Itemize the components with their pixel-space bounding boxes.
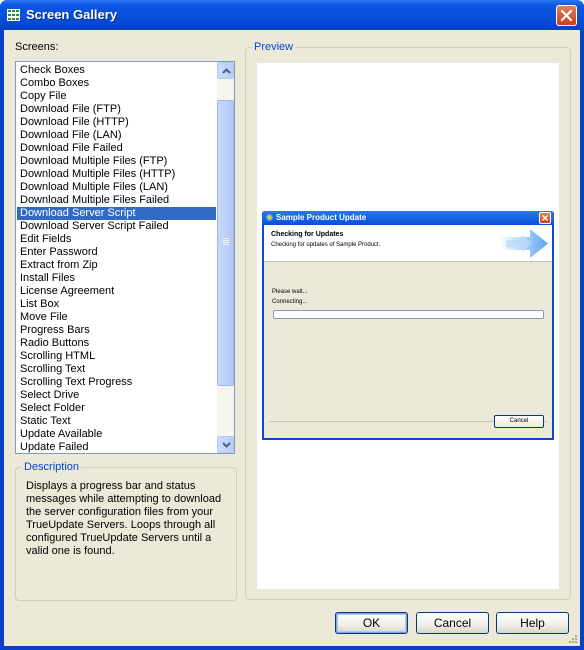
list-item[interactable]: Extract from Zip	[17, 259, 216, 272]
chevron-up-icon	[222, 68, 231, 74]
list-item[interactable]: Download Multiple Files (LAN)	[17, 181, 216, 194]
help-button[interactable]: Help	[496, 612, 569, 634]
list-item[interactable]: Scrolling HTML	[17, 350, 216, 363]
list-item[interactable]: Download File (HTTP)	[17, 116, 216, 129]
list-item[interactable]: Download Multiple Files (HTTP)	[17, 168, 216, 181]
window-title: Screen Gallery	[26, 7, 118, 22]
list-item[interactable]: Move File	[17, 311, 216, 324]
list-item[interactable]: Radio Buttons	[17, 337, 216, 350]
list-item[interactable]: Scrolling Text	[17, 363, 216, 376]
list-item[interactable]: Download File (FTP)	[17, 103, 216, 116]
preview-dialog-body: Checking for Updates Checking for update…	[264, 225, 552, 438]
list-item[interactable]: Scrolling Text Progress	[17, 376, 216, 389]
list-item[interactable]: Select Folder	[17, 402, 216, 415]
list-item[interactable]: Download Multiple Files Failed	[17, 194, 216, 207]
description-group: Description Displays a progress bar and …	[15, 461, 237, 601]
description-text: Displays a progress bar and status messa…	[26, 480, 222, 557]
update-globe-icon	[266, 214, 273, 221]
preview-wait-text: Please wait...	[272, 289, 308, 295]
preview-dialog-title-bar: Sample Product Update	[262, 211, 554, 225]
close-icon	[542, 215, 548, 221]
screen-gallery-window: Screen Gallery Screens: Check Boxes Combo…	[0, 0, 584, 650]
screens-label: Screens:	[15, 41, 59, 53]
list-item[interactable]: List Box	[17, 298, 216, 311]
preview-area: Sample Product Update Checking for Updat…	[257, 63, 559, 589]
preview-dialog-title: Sample Product Update	[276, 213, 367, 222]
cancel-button[interactable]: Cancel	[416, 612, 489, 634]
preview-close-icon	[539, 212, 551, 224]
arrow-graphic-icon	[500, 229, 548, 258]
list-item[interactable]: Combo Boxes	[17, 77, 216, 90]
list-item[interactable]: Check Boxes	[17, 64, 216, 77]
screens-listbox[interactable]: Check Boxes Combo Boxes Copy File Download …	[15, 61, 235, 454]
list-item[interactable]: Static Text	[17, 415, 216, 428]
preview-header-subtitle: Checking for updates of Sample Product.	[271, 242, 381, 248]
list-item[interactable]: Download Multiple Files (FTP)	[17, 155, 216, 168]
scroll-up-button[interactable]	[217, 62, 234, 79]
list-item[interactable]: Update Failed	[17, 441, 216, 453]
list-item[interactable]: Install Files	[17, 272, 216, 285]
list-item[interactable]: Download File (LAN)	[17, 129, 216, 142]
list-item[interactable]: Download Server Script	[17, 207, 216, 220]
preview-dialog-header: Checking for Updates Checking for update…	[264, 225, 552, 262]
list-item[interactable]: Select Drive	[17, 389, 216, 402]
title-bar[interactable]: Screen Gallery	[0, 0, 584, 30]
preview-dialog: Sample Product Update Checking for Updat…	[262, 211, 554, 440]
list-item[interactable]: License Agreement	[17, 285, 216, 298]
preview-status-text: Connecting...	[272, 299, 308, 305]
preview-header-title: Checking for Updates	[271, 231, 344, 238]
close-icon	[560, 9, 573, 22]
dialog-client-area: Screens: Check Boxes Combo Boxes Copy File…	[4, 30, 580, 646]
list-item[interactable]: Edit Fields	[17, 233, 216, 246]
close-button[interactable]	[556, 5, 577, 26]
chevron-down-icon	[222, 442, 231, 448]
vertical-scrollbar[interactable]	[217, 62, 234, 453]
preview-group: Preview Sample Product Update Checking f…	[245, 41, 571, 600]
grip-icon	[223, 238, 229, 245]
scroll-down-button[interactable]	[217, 436, 234, 453]
list-item[interactable]: Copy File	[17, 90, 216, 103]
scroll-thumb[interactable]	[217, 100, 234, 386]
gallery-grid-icon	[7, 9, 20, 21]
list-item[interactable]: Enter Password	[17, 246, 216, 259]
ok-button[interactable]: OK	[335, 612, 408, 634]
description-label: Description	[22, 461, 82, 473]
list-item[interactable]: Download Server Script Failed	[17, 220, 216, 233]
list-item[interactable]: Update Available	[17, 428, 216, 441]
preview-label: Preview	[252, 41, 296, 53]
resize-grip-icon[interactable]	[567, 633, 578, 644]
preview-progress-bar	[273, 310, 544, 319]
list-item[interactable]: Progress Bars	[17, 324, 216, 337]
list-item[interactable]: Download File Failed	[17, 142, 216, 155]
preview-cancel-button: Cancel	[494, 415, 544, 428]
screens-list: Check Boxes Combo Boxes Copy File Download …	[17, 64, 216, 453]
